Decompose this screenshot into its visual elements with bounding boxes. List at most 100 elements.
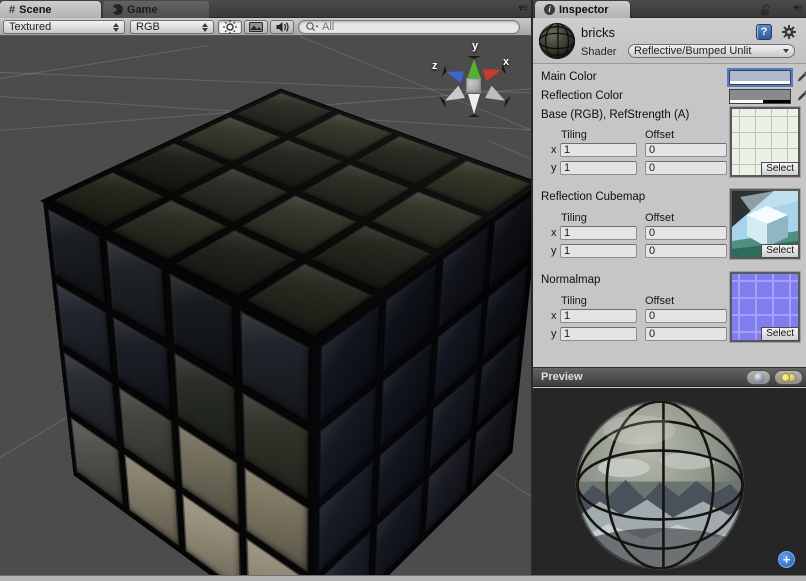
render-mode-value: Textured (9, 21, 51, 33)
eyedropper-icon[interactable] (795, 70, 806, 85)
add-icon[interactable]: + (778, 551, 795, 568)
base-tiling-x-field[interactable] (560, 143, 637, 157)
normalmap-label: Normalmap (541, 274, 600, 286)
normalmap-select-button[interactable]: Select (761, 327, 799, 341)
x-row-label: x (551, 144, 557, 156)
normalmap-offset-y-field[interactable] (645, 327, 727, 341)
tab-scene-label: Scene (19, 4, 51, 16)
cubemap-offset-x-field[interactable] (645, 226, 727, 240)
preview-header: Preview (533, 367, 806, 387)
gizmo-y-axis-cone[interactable] (467, 56, 481, 79)
base-offset-x-field[interactable] (645, 143, 727, 157)
material-preview-area[interactable]: + (533, 388, 806, 575)
cubemap-select-button[interactable]: Select (761, 244, 799, 258)
normalmap-offset-x-field[interactable] (645, 309, 727, 323)
reflection-color-label: Reflection Color (541, 90, 623, 102)
updown-arrows-icon (196, 23, 208, 32)
gizmo-back-axis-cone[interactable] (439, 86, 465, 109)
render-mode-dropdown[interactable]: Textured (3, 20, 125, 34)
help-icon[interactable]: ? (756, 24, 772, 40)
preview-title: Preview (541, 371, 583, 383)
window-bottom-strip (0, 575, 806, 581)
base-select-button[interactable]: Select (761, 162, 799, 176)
unity-editor-window: # Scene Game ▾≡ Textured RGB (0, 0, 806, 581)
scene-search-box[interactable] (298, 20, 520, 34)
offset-header: Offset (645, 212, 674, 224)
sphere-icon (754, 373, 764, 383)
base-tiling-y-field[interactable] (560, 161, 637, 175)
tab-inspector[interactable]: i Inspector (535, 1, 630, 18)
inspector-panel: i Inspector ▾≡ (531, 0, 806, 575)
normalmap-tiling-x-field[interactable] (560, 309, 637, 323)
x-row-label: x (551, 310, 557, 322)
scene-viewport[interactable]: y x z (0, 36, 531, 575)
scene-effects-button[interactable] (244, 20, 268, 34)
bricks-cube-object[interactable] (173, 140, 440, 541)
info-icon: i (544, 4, 555, 15)
light-on-icon (781, 373, 790, 382)
scene-panel: # Scene Game ▾≡ Textured RGB (0, 0, 531, 575)
main-color-label: Main Color (541, 71, 597, 83)
gizmo-back-axis-cone[interactable] (485, 86, 511, 109)
cubemap-tiling-y-field[interactable] (560, 244, 637, 258)
eyedropper-icon[interactable] (795, 89, 806, 104)
speaker-icon (274, 19, 290, 35)
material-header: bricks Shader Reflective/Bumped Unlit ? (533, 18, 806, 64)
preview-shape-button[interactable] (746, 370, 771, 385)
offset-header: Offset (645, 295, 674, 307)
gizmo-down-axis-cone[interactable] (468, 94, 480, 117)
y-row-label: y (551, 328, 557, 340)
gizmo-z-label: z (432, 60, 438, 72)
scene-audio-button[interactable] (270, 20, 294, 34)
inspector-tabbar: i Inspector ▾≡ (533, 0, 806, 18)
normalmap-thumbnail[interactable]: Select (730, 272, 800, 342)
gizmo-center-cube[interactable] (466, 78, 481, 93)
gizmo-y-label: y (472, 40, 478, 52)
tab-game[interactable]: Game (103, 1, 209, 18)
color-mode-value: RGB (136, 21, 160, 33)
updown-arrows-icon (107, 23, 119, 32)
cubemap-label: Reflection Cubemap (541, 191, 645, 203)
cubemap-tiling-x-field[interactable] (560, 226, 637, 240)
gear-icon[interactable] (780, 23, 798, 41)
base-texture-thumbnail[interactable]: Select (730, 107, 800, 177)
cubemap-offset-y-field[interactable] (645, 244, 727, 258)
shader-dropdown[interactable]: Reflective/Bumped Unlit (628, 44, 795, 58)
y-row-label: y (551, 162, 557, 174)
gizmo-x-axis-cone[interactable] (483, 63, 507, 81)
dropdown-arrow-icon (777, 49, 789, 53)
tab-scene[interactable]: # Scene (0, 1, 101, 18)
scene-search-input[interactable] (322, 21, 492, 33)
material-preview-ball (538, 22, 576, 60)
image-icon (248, 19, 264, 35)
tiling-header: Tiling (561, 295, 587, 307)
tab-inspector-label: Inspector (559, 4, 609, 16)
scene-panel-menu-icon[interactable]: ▾≡ (505, 3, 527, 15)
tiling-header: Tiling (561, 212, 587, 224)
inspector-panel-menu-icon[interactable]: ▾≡ (780, 3, 802, 15)
x-row-label: x (551, 227, 557, 239)
preview-lighting-button[interactable] (774, 370, 803, 385)
scene-tabbar: # Scene Game ▾≡ (0, 0, 531, 18)
game-icon (112, 4, 123, 15)
reflection-color-swatch[interactable] (729, 89, 791, 104)
reflection-color-alpha-bar (730, 100, 790, 103)
tiling-header: Tiling (561, 129, 587, 141)
scene-lighting-button[interactable] (218, 20, 242, 34)
y-row-label: y (551, 245, 557, 257)
shader-label: Shader (581, 46, 616, 58)
normalmap-tiling-y-field[interactable] (560, 327, 637, 341)
scene-orientation-gizmo: y x z (431, 42, 517, 128)
main-color-swatch[interactable] (729, 70, 791, 85)
color-mode-dropdown[interactable]: RGB (130, 20, 214, 34)
shader-value: Reflective/Bumped Unlit (634, 45, 751, 57)
preview-sphere[interactable] (574, 399, 746, 571)
base-offset-y-field[interactable] (645, 161, 727, 175)
cubemap-thumbnail[interactable]: Select (730, 189, 800, 259)
tab-game-label: Game (127, 4, 158, 16)
base-texture-label: Base (RGB), RefStrength (A) (541, 109, 689, 121)
lock-icon[interactable] (758, 3, 772, 16)
gizmo-z-axis-cone[interactable] (442, 65, 465, 83)
grid-icon: # (9, 4, 15, 16)
offset-header: Offset (645, 129, 674, 141)
